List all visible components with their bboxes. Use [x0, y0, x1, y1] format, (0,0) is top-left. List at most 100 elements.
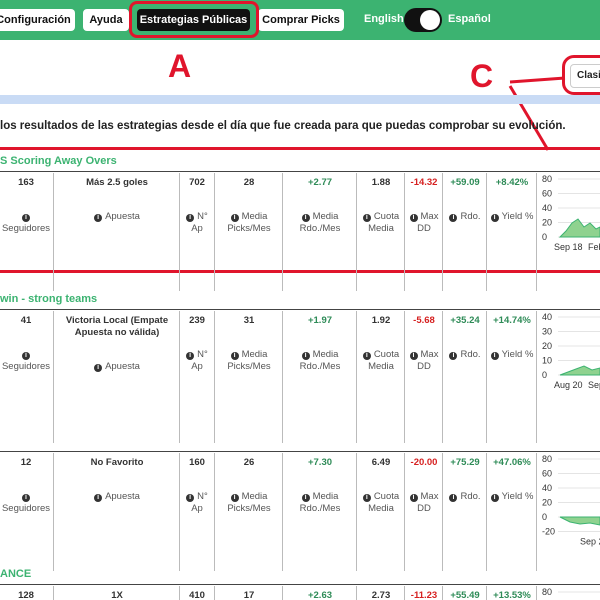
chart-y-tick: 30	[542, 327, 552, 337]
column-separator	[442, 173, 443, 291]
chart-area	[559, 516, 600, 526]
info-icon: i	[94, 494, 103, 502]
info-bar	[0, 95, 600, 104]
column-separator	[282, 453, 283, 571]
stat-label-text: Seguidores	[1, 503, 51, 514]
chart-y-tick: 0	[542, 370, 547, 380]
column-separator	[214, 586, 215, 600]
column-separator	[404, 311, 405, 443]
chart-area	[558, 218, 600, 238]
stat-label: i Max DD	[406, 349, 442, 373]
stat-label: i Media Picks/Mes	[216, 211, 282, 235]
column-separator	[536, 586, 537, 600]
stat-cell-max-dd: -5.68 i Max DD	[406, 315, 442, 373]
column-separator	[486, 311, 487, 443]
stat-value: 1.88	[371, 177, 391, 188]
stat-label: i Apuesta	[56, 361, 178, 373]
stat-label-text: Cuota	[373, 211, 400, 222]
stat-cell-media-rdo: +1.97 i Media Rdo./Mes	[284, 315, 356, 373]
info-icon: i	[490, 352, 499, 360]
chart-y-tick: 20	[542, 498, 552, 508]
stat-cell-media-rdo: +7.30 i Media Rdo./Mes	[284, 457, 356, 515]
stat-cell-max-dd: -20.00 i Max DD	[406, 457, 442, 515]
stat-label-text: Apuesta	[105, 361, 140, 372]
stat-label-text: Ap	[191, 361, 203, 372]
stat-value: +35.24	[450, 315, 480, 326]
stat-value: 128	[18, 590, 34, 600]
stat-cell-apuesta: Más 2.5 goles i Apuesta	[56, 177, 178, 223]
stat-label: i Cuota Media	[358, 491, 404, 515]
stat-cell-media-rdo: +2.63	[284, 590, 356, 600]
column-separator	[282, 586, 283, 600]
strategy-title[interactable]: ANCE	[0, 568, 31, 580]
info-icon: i	[449, 352, 458, 360]
chart-y-tick: -20	[542, 527, 555, 537]
stat-value: +8.42%	[495, 177, 529, 188]
column-separator	[53, 586, 54, 600]
chart-y-tick: 80	[542, 455, 552, 464]
strategy-title[interactable]: S Scoring Away Overs	[0, 155, 117, 167]
info-icon: i	[409, 494, 418, 502]
chart-y-tick: 20	[542, 341, 552, 351]
stat-cell-apuesta: Victoria Local (Empate Apuesta no válida…	[56, 315, 178, 373]
stat-value: 2.73	[371, 590, 391, 600]
stat-label-text: Max	[420, 349, 439, 360]
strategy-title[interactable]: win - strong teams	[0, 293, 97, 305]
stat-value: -5.68	[413, 315, 435, 326]
stat-value: +14.74%	[493, 315, 531, 326]
performance-chart: 80	[540, 588, 600, 598]
column-separator	[486, 173, 487, 291]
stat-value: +2.77	[307, 177, 333, 188]
chart-y-tick: 60	[542, 469, 552, 479]
stat-value: 1X	[111, 590, 123, 600]
stat-label: i Rdo.	[444, 349, 486, 361]
stat-label-text: Yield %	[501, 211, 534, 222]
stat-cell-cuota: 2.73	[358, 590, 404, 600]
stat-label: i N° Ap	[180, 211, 214, 235]
stat-cell-n-ap: 702 i N° Ap	[180, 177, 214, 235]
stat-cell-max-dd: -11.23	[406, 590, 442, 600]
column-separator	[442, 586, 443, 600]
info-icon: i	[449, 494, 458, 502]
strategy-divider	[0, 309, 600, 310]
stat-cell-media-picks: 31 i Media Picks/Mes	[216, 315, 282, 373]
column-separator	[53, 453, 54, 571]
chart-y-tick: 40	[542, 313, 552, 322]
stat-cell-seguidores: 163 i Seguidores	[0, 177, 52, 235]
info-icon: i	[186, 214, 195, 222]
stat-value: 31	[243, 315, 255, 326]
stat-cell-rdo: +55.49	[444, 590, 486, 600]
stat-label-text: Ap	[191, 223, 203, 234]
stat-label-text: Apuesta	[105, 211, 140, 222]
stat-value: -20.00	[410, 457, 438, 468]
stat-label-text: Seguidores	[1, 223, 51, 234]
chart-y-tick: 40	[542, 483, 552, 493]
stat-cell-seguidores: 41 i Seguidores	[0, 315, 52, 373]
stat-cell-yield: +8.42% i Yield %	[488, 177, 536, 223]
strategy-divider	[0, 451, 600, 452]
stat-label-text: Max	[420, 491, 439, 502]
info-icon: i	[449, 214, 458, 222]
column-separator	[214, 173, 215, 291]
info-icon: i	[362, 214, 371, 222]
stat-value: 41	[20, 315, 32, 326]
chart-x-tick: Sep 18	[554, 242, 583, 252]
stat-value: Más 2.5 goles	[86, 177, 148, 188]
column-separator	[53, 311, 54, 443]
stat-label: i Cuota Media	[358, 211, 404, 235]
info-icon: i	[490, 214, 499, 222]
stat-label-text: DD	[417, 223, 431, 234]
stat-label-text: Rdo.	[460, 349, 481, 360]
stat-value: 410	[189, 590, 205, 600]
stat-label-text: Media	[312, 211, 339, 222]
stat-label-text: N°	[197, 211, 208, 222]
stat-value: 239	[189, 315, 205, 326]
stat-label-text: Yield %	[501, 491, 534, 502]
info-icon: i	[22, 494, 30, 502]
info-icon: i	[94, 214, 103, 222]
stat-label-text: Rdo./Mes	[299, 361, 341, 372]
chart-y-tick: 40	[542, 203, 552, 213]
chart-y-tick: 0	[542, 512, 547, 522]
stat-label: i Media Picks/Mes	[216, 349, 282, 373]
stat-value: Victoria Local (Empate Apuesta no válida…	[65, 315, 169, 338]
